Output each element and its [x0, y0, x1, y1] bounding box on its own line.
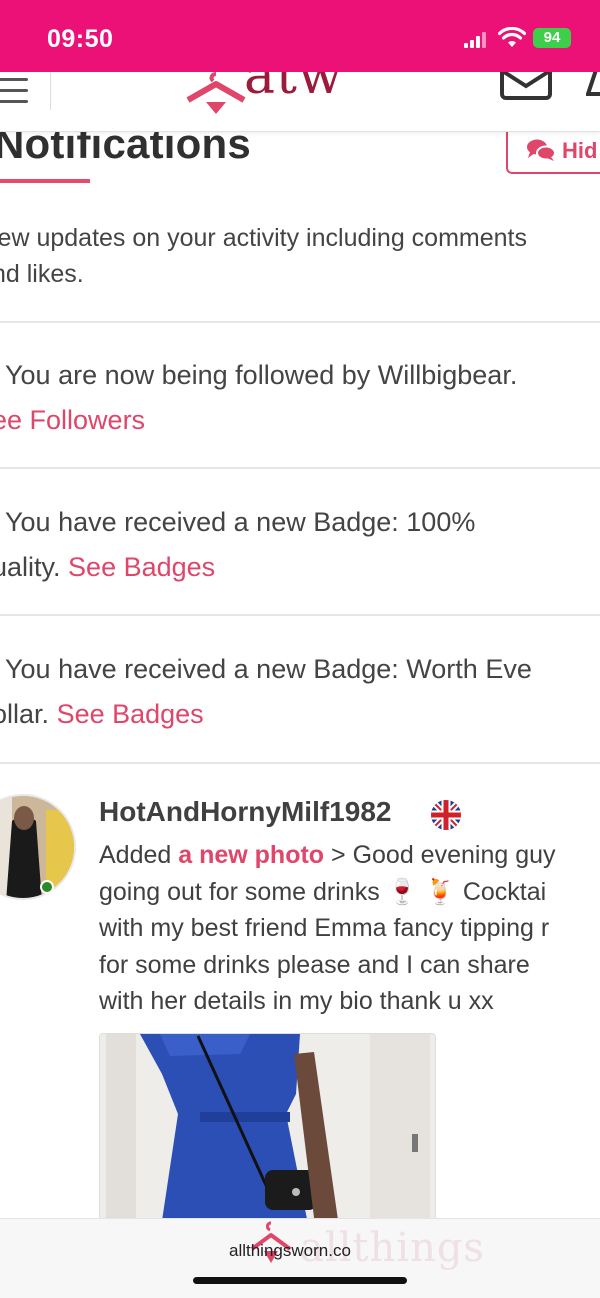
section-divider — [0, 762, 600, 764]
post-text-line: Added — [99, 841, 172, 869]
post-text-line: with her details in my bio thank u xx — [99, 987, 494, 1015]
post-text-line: going out for some drinks — [99, 877, 380, 906]
post-photo[interactable] — [99, 1033, 436, 1233]
uk-flag-icon — [431, 800, 461, 830]
wifi-icon — [498, 27, 526, 47]
post-text-line: with my best friend Emma fancy tipping r — [99, 914, 550, 942]
section-divider — [0, 321, 600, 323]
header-divider — [50, 72, 51, 110]
drinks-emoji-icon: 🍷 🍹 — [386, 877, 456, 906]
notification-item: You have received a new Badge: 100% uali… — [0, 500, 600, 590]
bell-icon[interactable] — [586, 72, 600, 98]
intro-line: nd likes. — [0, 260, 84, 288]
battery-icon: 94 — [533, 28, 571, 48]
status-time: 09:50 — [47, 25, 114, 53]
post-text-line: for some drinks please and I can share — [99, 950, 530, 979]
notification-item: You have received a new Badge: Worth Eve… — [0, 647, 600, 737]
chat-bubbles-icon — [527, 139, 556, 161]
post-text-line: Cocktai — [462, 877, 547, 906]
intro-line: iew updates on your activity including c… — [0, 224, 527, 252]
avatar[interactable] — [0, 794, 76, 900]
hanger-logo-icon — [186, 72, 246, 114]
see-badges-link[interactable]: See Badges — [57, 699, 204, 729]
hide-button-label: Hid — [562, 138, 598, 163]
notification-text: uality. — [0, 552, 61, 582]
section-divider — [0, 614, 600, 616]
see-badges-link[interactable]: See Badges — [68, 552, 215, 582]
see-followers-link[interactable]: ee Followers — [0, 405, 145, 435]
post-text: Added a new photo > Good evening guy goi… — [99, 837, 600, 1020]
online-status-dot — [40, 880, 54, 894]
notification-text: You have received a new Badge: 100% — [5, 507, 476, 537]
mail-icon[interactable] — [500, 72, 552, 100]
site-header: atw — [0, 72, 600, 132]
section-divider — [0, 467, 600, 469]
notification-text: ollar. — [0, 699, 50, 729]
home-indicator[interactable] — [193, 1277, 407, 1284]
bottom-bar: allthings allthingsworn.co — [0, 1218, 600, 1298]
title-underline — [0, 179, 90, 183]
hamburger-menu-icon[interactable] — [0, 76, 28, 104]
hide-button[interactable]: Hid — [506, 126, 600, 174]
post-text-line: > Good evening guy — [331, 841, 556, 869]
footer-domain[interactable]: allthingsworn.co — [229, 1241, 351, 1261]
notification-item: You are now being followed by Willbigbea… — [0, 353, 600, 443]
site-logo[interactable]: atw — [184, 72, 374, 114]
post-username[interactable]: HotAndHornyMilf1982 — [99, 796, 391, 828]
logo-text: atw — [244, 72, 344, 106]
status-bar: 09:50 94 — [0, 0, 600, 72]
page-intro: iew updates on your activity including c… — [0, 220, 600, 292]
new-photo-link[interactable]: a new photo — [178, 841, 324, 869]
post-photo-image — [100, 1034, 435, 1232]
signal-icon — [464, 32, 490, 48]
notification-text: You are now being followed by Willbigbea… — [5, 360, 518, 390]
avatar-photo — [0, 796, 74, 898]
notification-text: You have received a new Badge: Worth Eve — [5, 654, 532, 684]
